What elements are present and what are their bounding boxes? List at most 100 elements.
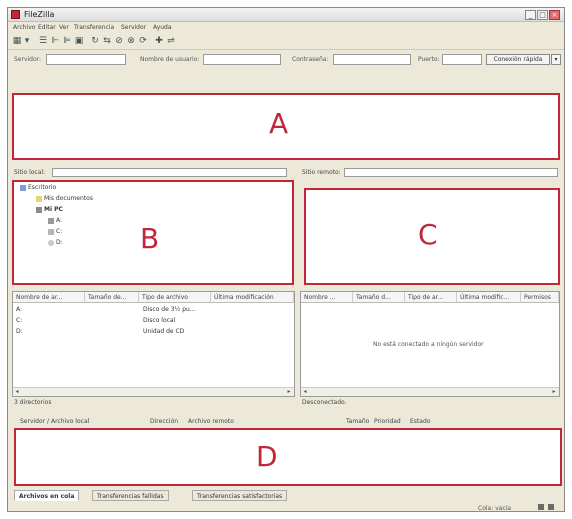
- menu-ver[interactable]: Ver: [59, 24, 69, 31]
- local-file-list: Nombre de ar... Tamaño de... Tipo de arc…: [12, 291, 295, 397]
- minimize-button[interactable]: _: [525, 10, 536, 20]
- title-bar: FileZilla _ □ ×: [8, 8, 564, 22]
- user-label: Nombre de usuario:: [140, 56, 200, 63]
- transfer-indicator-icon: [538, 504, 544, 510]
- region-label-d: D: [256, 440, 278, 473]
- queue-col-size[interactable]: Tamaño: [346, 418, 369, 425]
- scroll-right-icon[interactable]: ▸: [285, 388, 293, 396]
- transfer-indicator-icon: [548, 504, 554, 510]
- menu-ayuda[interactable]: Ayuda: [153, 24, 172, 31]
- local-row-name: A:: [16, 306, 23, 313]
- folder-icon: [36, 195, 42, 202]
- message-log-icon[interactable]: ☰: [38, 36, 48, 46]
- local-col-size[interactable]: Tamaño de...: [85, 292, 139, 303]
- menu-servidor[interactable]: Servidor: [121, 24, 146, 31]
- local-site-label: Sitio local:: [14, 169, 46, 176]
- tab-archivos-en-cola[interactable]: Archivos en cola: [14, 490, 80, 501]
- refresh-icon[interactable]: ↻: [90, 36, 100, 46]
- queue-col-server[interactable]: Servidor / Archivo local: [20, 418, 89, 425]
- password-input[interactable]: [333, 54, 411, 65]
- quickconnect-bar: Servidor: Nombre de usuario: Contraseña:…: [8, 52, 564, 68]
- scroll-left-icon[interactable]: ◂: [13, 388, 21, 396]
- local-path-input[interactable]: [52, 168, 287, 177]
- queue-col-remote[interactable]: Archivo remoto: [188, 418, 234, 425]
- tab-transferencias-fallidas[interactable]: Transferencias fallidas: [92, 490, 169, 501]
- queue-tabs: Archivos en cola Transferencias fallidas…: [14, 490, 562, 502]
- scroll-left-icon[interactable]: ◂: [301, 388, 309, 396]
- tab-transferencias-satisfactorias[interactable]: Transferencias satisfactorias: [192, 490, 288, 501]
- user-input[interactable]: [203, 54, 281, 65]
- process-queue-icon[interactable]: ⇆: [102, 36, 112, 46]
- host-label: Servidor:: [14, 56, 42, 63]
- desktop-icon: [20, 184, 26, 191]
- queue-col-direction[interactable]: Dirección: [150, 418, 178, 425]
- tree-item-d[interactable]: D:: [48, 239, 63, 246]
- queue-col-status[interactable]: Estado: [410, 418, 430, 425]
- reconnect-icon[interactable]: ⟳: [138, 36, 148, 46]
- compare-icon[interactable]: ⇌: [166, 36, 176, 46]
- remote-file-list: Nombre ... Tamaño d... Tipo de ar... Últ…: [300, 291, 560, 397]
- filezilla-logo-icon: [11, 10, 20, 19]
- window-title: FileZilla: [24, 10, 55, 19]
- local-site-bar: Sitio local:: [12, 168, 294, 178]
- remote-path-input[interactable]: [344, 168, 558, 177]
- remote-col-type[interactable]: Tipo de ar...: [405, 292, 457, 303]
- quickconnect-history-button[interactable]: ▾: [551, 54, 561, 65]
- local-row-name: C:: [16, 317, 23, 324]
- remote-col-size[interactable]: Tamaño d...: [353, 292, 405, 303]
- scroll-right-icon[interactable]: ▸: [550, 388, 558, 396]
- close-button[interactable]: ×: [549, 10, 560, 20]
- tree-item-mis-documentos[interactable]: Mis documentos: [36, 195, 93, 202]
- local-col-modified[interactable]: Última modificación: [211, 292, 294, 303]
- pass-label: Contraseña:: [292, 56, 329, 63]
- transfer-queue-region: D: [14, 428, 562, 486]
- remote-tree-region: C: [304, 188, 560, 285]
- menu-bar: Archivo Editar Ver Transferencia Servido…: [8, 23, 564, 33]
- local-row-type: Disco local: [143, 317, 176, 324]
- remote-status-line: Desconectado.: [300, 398, 560, 408]
- menu-editar[interactable]: Editar: [38, 24, 56, 31]
- port-input[interactable]: [442, 54, 482, 65]
- menu-archivo[interactable]: Archivo: [13, 24, 35, 31]
- port-label: Puerto:: [418, 56, 440, 63]
- computer-icon: [36, 206, 42, 213]
- menu-transferencia[interactable]: Transferencia: [74, 24, 114, 31]
- filezilla-window: FileZilla _ □ × Archivo Editar Ver Trans…: [7, 7, 565, 512]
- quickconnect-button[interactable]: Conexión rápida: [486, 54, 550, 65]
- remote-col-permissions[interactable]: Permisos: [521, 292, 559, 303]
- local-status-line: 3 directorios: [12, 398, 295, 408]
- cancel-icon[interactable]: ⊘: [114, 36, 124, 46]
- local-tree-icon[interactable]: ⊩: [50, 36, 60, 46]
- remote-col-modified[interactable]: Última modific...: [457, 292, 521, 303]
- hard-drive-icon: [48, 228, 54, 235]
- tree-item-mi-pc[interactable]: Mi PC: [36, 206, 63, 213]
- queue-header: Servidor / Archivo local Dirección Archi…: [12, 416, 560, 427]
- cd-drive-icon: [48, 239, 54, 246]
- tree-item-c[interactable]: C:: [48, 228, 62, 235]
- disconnect-icon[interactable]: ⊗: [126, 36, 136, 46]
- local-row-type: Disco de 3½ pu...: [143, 306, 196, 313]
- host-input[interactable]: [46, 54, 126, 65]
- local-horizontal-scrollbar[interactable]: ◂ ▸: [13, 387, 294, 396]
- tree-item-escritorio[interactable]: Escritorio: [20, 184, 56, 191]
- remote-tree-icon[interactable]: ⊫: [62, 36, 72, 46]
- local-col-name[interactable]: Nombre de ar...: [13, 292, 85, 303]
- remote-status-text: Desconectado.: [302, 399, 347, 406]
- remote-empty-message: No está conectado a ningún servidor: [373, 341, 484, 348]
- maximize-button[interactable]: □: [537, 10, 548, 20]
- dropdown-icon[interactable]: ▾: [22, 36, 32, 46]
- status-bar: Cola: vacía: [8, 504, 564, 513]
- remote-site-bar: Sitio remoto:: [300, 168, 560, 178]
- queue-col-priority[interactable]: Prioridad: [374, 418, 401, 425]
- tree-item-a[interactable]: A:: [48, 217, 62, 224]
- region-label-b: B: [140, 222, 160, 255]
- queue-icon[interactable]: ▣: [74, 36, 84, 46]
- local-row-name: D:: [16, 328, 23, 335]
- filter-icon[interactable]: ✚: [154, 36, 164, 46]
- local-status-text: 3 directorios: [14, 399, 52, 406]
- floppy-icon: [48, 217, 54, 224]
- site-manager-icon[interactable]: ▦: [12, 36, 22, 46]
- local-col-type[interactable]: Tipo de archivo: [139, 292, 211, 303]
- remote-horizontal-scrollbar[interactable]: ◂ ▸: [301, 387, 559, 396]
- remote-col-name[interactable]: Nombre ...: [301, 292, 353, 303]
